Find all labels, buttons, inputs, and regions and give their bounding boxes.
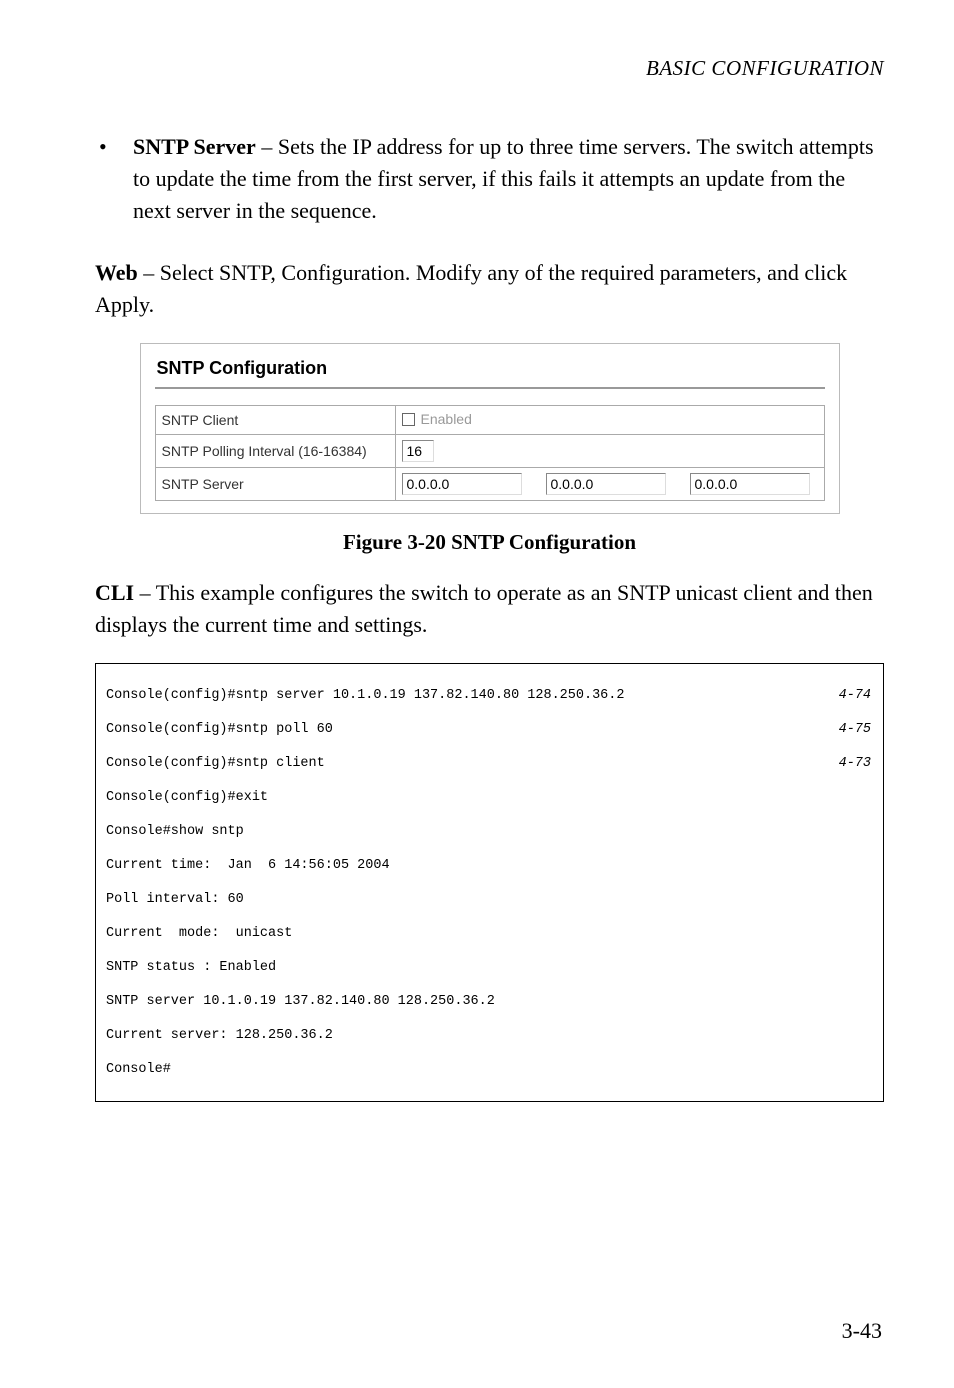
sntp-client-label: SNTP Client xyxy=(155,406,395,435)
bullet-item: • SNTP Server – Sets the IP address for … xyxy=(95,131,884,227)
cli-cmd: Poll interval: 60 xyxy=(106,891,244,908)
cli-output: Console(config)#sntp server 10.1.0.19 13… xyxy=(95,663,884,1102)
cli-ref: 4-75 xyxy=(839,721,873,738)
cli-label: CLI xyxy=(95,580,134,605)
cli-line: SNTP server 10.1.0.19 137.82.140.80 128.… xyxy=(106,993,873,1010)
cli-ref: 4-73 xyxy=(839,755,873,772)
cli-ref: 4-74 xyxy=(839,687,873,704)
cli-cmd: Console(config)#sntp client xyxy=(106,755,325,772)
enabled-label: Enabled xyxy=(421,411,472,427)
cli-ref xyxy=(871,823,873,840)
cli-line: Console(config)#exit xyxy=(106,789,873,806)
sntp-server-value xyxy=(395,467,824,500)
sntp-server-input-2[interactable] xyxy=(546,473,666,495)
table-row: SNTP Server xyxy=(155,467,824,500)
cli-cmd: Console(config)#sntp poll 60 xyxy=(106,721,333,738)
cli-line: Poll interval: 60 xyxy=(106,891,873,908)
cli-ref xyxy=(871,1061,873,1078)
polling-interval-value xyxy=(395,434,824,467)
cli-line: Console#show sntp xyxy=(106,823,873,840)
web-paragraph: Web – Select SNTP, Configuration. Modify… xyxy=(95,257,884,321)
cli-paragraph: CLI – This example configures the switch… xyxy=(95,577,884,641)
cli-cmd: Console# xyxy=(106,1061,171,1078)
sntp-client-value: Enabled xyxy=(395,406,824,435)
cli-cmd: Console(config)#exit xyxy=(106,789,268,806)
figure-caption: Figure 3-20 SNTP Configuration xyxy=(95,530,884,555)
cli-line: SNTP status : Enabled xyxy=(106,959,873,976)
cli-text: – This example configures the switch to … xyxy=(95,580,873,637)
enabled-checkbox[interactable] xyxy=(402,413,415,426)
panel-title: SNTP Configuration xyxy=(157,358,825,379)
config-table: SNTP Client Enabled SNTP Polling Interva… xyxy=(155,405,825,501)
web-text: – Select SNTP, Configuration. Modify any… xyxy=(95,260,847,317)
cli-line: Current time: Jan 6 14:56:05 2004 xyxy=(106,857,873,874)
bullet-text: SNTP Server – Sets the IP address for up… xyxy=(133,131,884,227)
cli-cmd: Console#show sntp xyxy=(106,823,244,840)
cli-ref xyxy=(871,959,873,976)
cli-ref xyxy=(871,891,873,908)
polling-interval-label: SNTP Polling Interval (16-16384) xyxy=(155,434,395,467)
section-header: BASIC CONFIGURATION xyxy=(95,56,884,81)
cli-line: Console(config)#sntp server 10.1.0.19 13… xyxy=(106,687,873,704)
page-number: 3-43 xyxy=(842,1318,882,1344)
cli-line: Current mode: unicast xyxy=(106,925,873,942)
cli-ref xyxy=(871,857,873,874)
cli-cmd: Current mode: unicast xyxy=(106,925,292,942)
web-label: Web xyxy=(95,260,138,285)
sntp-server-input-3[interactable] xyxy=(690,473,810,495)
cli-cmd: Current server: 128.250.36.2 xyxy=(106,1027,333,1044)
panel-divider xyxy=(155,387,825,389)
table-row: SNTP Client Enabled xyxy=(155,406,824,435)
cli-cmd: SNTP server 10.1.0.19 137.82.140.80 128.… xyxy=(106,993,495,1010)
table-row: SNTP Polling Interval (16-16384) xyxy=(155,434,824,467)
polling-interval-input[interactable] xyxy=(402,440,434,462)
cli-cmd: Current time: Jan 6 14:56:05 2004 xyxy=(106,857,390,874)
cli-cmd: SNTP status : Enabled xyxy=(106,959,276,976)
cli-line: Current server: 128.250.36.2 xyxy=(106,1027,873,1044)
sntp-server-label: SNTP Server xyxy=(155,467,395,500)
cli-cmd: Console(config)#sntp server 10.1.0.19 13… xyxy=(106,687,624,704)
cli-line: Console(config)#sntp client 4-73 xyxy=(106,755,873,772)
bullet-bold: SNTP Server xyxy=(133,134,256,159)
cli-line: Console(config)#sntp poll 60 4-75 xyxy=(106,721,873,738)
cli-ref xyxy=(871,925,873,942)
cli-line: Console# xyxy=(106,1061,873,1078)
screenshot-panel: SNTP Configuration SNTP Client Enabled S… xyxy=(140,343,840,514)
cli-ref xyxy=(871,993,873,1010)
cli-ref xyxy=(871,789,873,806)
cli-ref xyxy=(871,1027,873,1044)
bullet-marker: • xyxy=(95,131,133,227)
sntp-server-input-1[interactable] xyxy=(402,473,522,495)
